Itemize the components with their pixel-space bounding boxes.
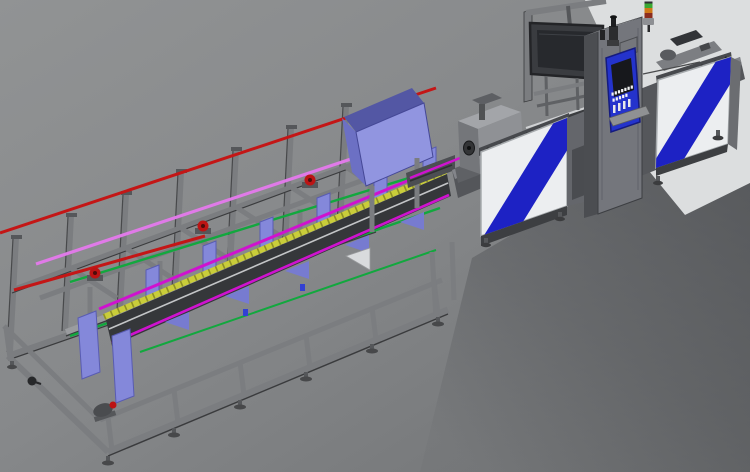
gear-motor-part <box>201 224 205 228</box>
hmi-keys-part <box>613 99 615 102</box>
gear-motor-part <box>93 271 97 275</box>
hmi-gauges-part <box>613 105 616 113</box>
rear-drive-assembly-part <box>660 50 676 61</box>
sensor-block <box>300 284 305 291</box>
signal-base <box>643 18 654 25</box>
hmi-keys-part <box>624 88 626 91</box>
hmi-keys-part <box>615 91 617 94</box>
machine-feet-part <box>653 181 663 185</box>
machine-feet-part <box>555 217 565 221</box>
hmi-gauges-part <box>628 99 631 107</box>
hmi-keys-part <box>612 93 614 96</box>
hmi-keys-part <box>621 89 623 92</box>
sensor-block <box>243 309 248 316</box>
overhead-gantry-part <box>568 6 570 26</box>
machine-feet-part <box>481 243 491 247</box>
hmi-keys-part <box>622 95 624 98</box>
hmi-keys-part <box>618 90 620 93</box>
laser-device-part <box>609 26 618 42</box>
rack-post-caps-part <box>341 103 352 107</box>
rack-post-caps-part <box>286 125 297 129</box>
hmi-gauges-part <box>618 103 621 111</box>
laser-device-part <box>611 18 616 27</box>
drive-motor-cap <box>110 402 117 409</box>
hmi-keys-part <box>619 96 621 99</box>
signal-segment-green <box>645 3 653 8</box>
leveling-feet-part <box>432 322 444 327</box>
leveling-feet-part <box>7 365 17 369</box>
laser-device-part <box>600 30 605 40</box>
machine-feet-part <box>713 136 724 141</box>
laser-device-part <box>610 15 617 19</box>
signal-segment-red <box>645 13 653 18</box>
signal-cap <box>645 2 653 4</box>
leveling-feet-part <box>366 349 378 354</box>
end-stop-plates-part <box>112 329 134 403</box>
laser-device-part <box>607 40 619 46</box>
end-stop-plates-part <box>78 311 100 379</box>
rack-post-caps-part <box>66 213 77 217</box>
control-tower <box>584 17 650 218</box>
screen-support <box>546 76 547 116</box>
hmi-keys-part <box>631 86 633 89</box>
hmi-keys-part <box>625 94 627 97</box>
rack-post-caps-part <box>11 235 22 239</box>
signal-pole <box>648 24 651 32</box>
feed-chuck-part <box>467 146 471 150</box>
tower-side <box>584 31 598 218</box>
hmi-gauges-part <box>623 101 626 109</box>
hmi-keys-part <box>616 97 618 100</box>
leveling-feet-part <box>300 377 312 382</box>
signal-segment-orange <box>645 8 653 13</box>
hmi-keys-part <box>628 87 630 90</box>
machine-scene: 3D CAD rendering of an automatic pipe lo… <box>0 0 750 472</box>
rack-post-caps-part <box>231 147 242 151</box>
bottom-legs-part <box>452 242 454 300</box>
leveling-feet-part <box>102 461 114 466</box>
leveling-feet-part <box>168 433 180 438</box>
feed-chuck-part <box>479 104 485 120</box>
gear-motor-part <box>308 178 312 182</box>
leveling-feet-part <box>234 405 246 410</box>
cad-render-viewport: 3D CAD rendering of an automatic pipe lo… <box>0 0 750 472</box>
